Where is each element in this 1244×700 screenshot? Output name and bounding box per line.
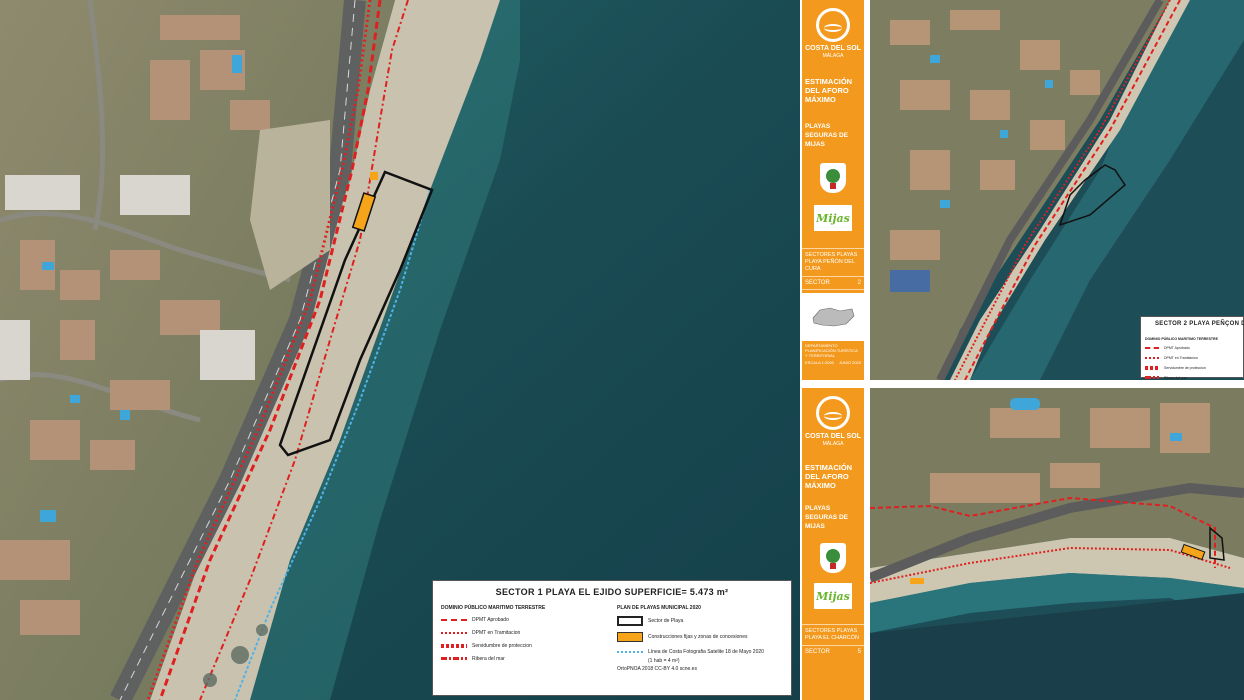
- legend-label: Servidumbre de proteccion: [1164, 365, 1206, 370]
- brand-name: COSTA DEL SOL: [805, 433, 861, 440]
- legend-heading-dpmt: DOMINIO PÚBLICO MARITIMO TERRESTRE: [1145, 337, 1218, 341]
- red-dotted-swatch: [1145, 356, 1159, 359]
- small-concession[interactable]: [910, 578, 924, 584]
- legend-title: SECTOR 1 PLAYA EL EJIDO SUPERFICIE= 5.47…: [495, 587, 729, 597]
- sector-2-legend: SECTOR 2 PLAYA PEÑÇON DEL CURA DOMINIO P…: [1140, 316, 1244, 380]
- sector-title: SECTORES PLAYAS PLAYA EL CHARCÓN: [805, 628, 859, 641]
- legend-label: DPMT Aprobado: [1164, 345, 1190, 350]
- sector-number: 2: [857, 280, 861, 286]
- divider: [802, 645, 864, 646]
- sector-label: SECTOR: [805, 280, 830, 286]
- sidebar-heading: ESTIMACIÓN DEL AFORO MÁXIMO: [805, 463, 853, 490]
- red-dashed-swatch: [441, 618, 467, 621]
- legend-footnote-row: (1 hab = 4 m²): [617, 657, 783, 664]
- main-map-legend: SECTOR 1 PLAYA EL EJIDO SUPERFICIE= 5.47…: [432, 580, 792, 696]
- legend-label: Ribera del mar: [1164, 375, 1187, 380]
- legend-row: Línea de Costa Fotografia Satelite 18 de…: [617, 648, 783, 655]
- sector-5-aerial-map[interactable]: [870, 388, 1244, 700]
- legend-label: Construcciones fijas y zonas de concesio…: [648, 634, 748, 640]
- legend-label: DPMT en Tramitacion: [1164, 355, 1198, 360]
- legend-footnote: OrtoPNOA 2018 CC-BY 4.0 scne.es: [617, 665, 697, 672]
- scale-row: ESCALA 1:2000 JUNIO 2020: [802, 358, 864, 367]
- mijas-logo: Mijas: [814, 205, 852, 231]
- sector-row: SECTOR 2: [802, 280, 864, 286]
- sidebar-sector-2: COSTA DEL SOL MÁLAGA ESTIMACIÓN DEL AFOR…: [802, 0, 864, 380]
- legend-heading-dpmt: DOMINIO PÚBLICO MARITIMO TERRESTRE: [441, 605, 546, 611]
- red-heavy-swatch: [1145, 365, 1159, 370]
- sidebar-heading: ESTIMACIÓN DEL AFORO MÁXIMO: [805, 77, 853, 104]
- legend-title: SECTOR 2 PLAYA PEÑÇON DEL CURA: [1155, 321, 1244, 327]
- costa-del-sol-logo-icon: [816, 396, 850, 430]
- divider: [802, 624, 864, 625]
- black-box-swatch: [617, 616, 643, 626]
- legend-label: Servidumbre de proteccion: [472, 642, 532, 649]
- legend-row: DPMT en Tramitacion: [441, 629, 607, 636]
- legend-footnote: (1 hab = 4 m²): [648, 657, 680, 664]
- costa-del-sol-logo-icon: [816, 8, 850, 42]
- red-dotted-swatch: [441, 631, 467, 634]
- legend-row: Ribera del mar: [1141, 374, 1243, 380]
- sector-title: SECTORES PLAYAS PLAYA PEÑÓN DEL CURA: [805, 252, 858, 272]
- main-aerial-map[interactable]: SECTOR 1 PLAYA EL EJIDO SUPERFICIE= 5.47…: [0, 0, 800, 700]
- legend-row: Sector de Playa: [617, 616, 783, 626]
- legend-footnote-row: OrtoPNOA 2018 CC-BY 4.0 scne.es: [617, 665, 783, 672]
- sidebar-subheading: PLAYAS SEGURAS DE MIJAS: [805, 123, 848, 148]
- red-dotdash-swatch: [441, 657, 467, 660]
- mijas-crest-icon: [820, 543, 846, 573]
- sector-number: 5: [857, 649, 861, 655]
- legend-row: Ribera del mar: [441, 655, 607, 662]
- scale-text: ESCALA 1:2000: [805, 360, 834, 365]
- legend-row: DPMT Aprobado: [441, 616, 607, 623]
- orange-box-swatch: [617, 632, 643, 642]
- brand-name: COSTA DEL SOL: [805, 45, 861, 52]
- mijas-logo: Mijas: [814, 583, 852, 609]
- sector-row: SECTOR 5: [802, 649, 864, 655]
- legend-row: Servidumbre de proteccion: [1141, 364, 1243, 371]
- legend-label: DPMT Aprobado: [472, 616, 509, 623]
- legend-row: DPMT en Tramitacion: [1141, 354, 1243, 361]
- legend-row: Servidumbre de proteccion: [441, 642, 607, 649]
- malaga-province-icon: [812, 307, 855, 327]
- divider: [802, 289, 864, 290]
- legend-label: Ribera del mar: [472, 655, 505, 662]
- small-concession[interactable]: [370, 172, 378, 180]
- sports-court: [890, 270, 930, 292]
- red-heavy-swatch: [441, 643, 467, 648]
- region-map-thumbnail: [802, 293, 864, 341]
- legend-row: Construcciones fijas y zonas de concesio…: [617, 632, 783, 642]
- sector-5-map-canvas: [870, 388, 1244, 700]
- sector-label: SECTOR: [805, 649, 830, 655]
- mijas-logo-text: Mijas: [816, 589, 850, 603]
- legend-label: DPMT en Tramitacion: [472, 629, 521, 636]
- legend-label: Línea de Costa Fotografia Satelite 18 de…: [648, 648, 764, 655]
- mijas-logo-text: Mijas: [816, 211, 850, 225]
- red-dotdash-swatch: [1145, 376, 1159, 379]
- legend-row: DPMT Aprobado: [1141, 344, 1243, 351]
- legend-heading-plan: PLAN DE PLAYAS MUNICIPAL 2020: [617, 605, 701, 611]
- sector-2-aerial-map[interactable]: SECTOR 2 PLAYA PEÑÇON DEL CURA DOMINIO P…: [870, 0, 1244, 380]
- legend-label: Sector de Playa: [648, 618, 684, 624]
- divider: [802, 248, 864, 249]
- divider: [802, 276, 864, 277]
- red-dashed-swatch: [1145, 346, 1159, 349]
- blue-dotted-swatch: [617, 650, 643, 653]
- sidebar-subheading: PLAYAS SEGURAS DE MIJAS: [805, 505, 848, 530]
- department-text: DEPARTAMENTO PLANIFICACIÓN TURÍSTICA Y T…: [805, 343, 858, 358]
- sidebar-sector-5: COSTA DEL SOL MÁLAGA ESTIMACIÓN DEL AFOR…: [802, 388, 864, 700]
- mijas-crest-icon: [820, 163, 846, 193]
- date-text: JUNIO 2020: [838, 360, 861, 365]
